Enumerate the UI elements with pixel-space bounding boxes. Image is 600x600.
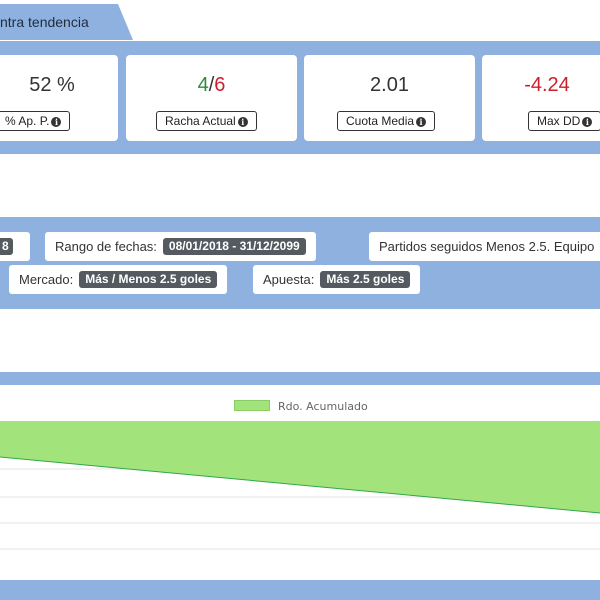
stat-badge-cuota[interactable]: Cuota Media i (337, 111, 436, 131)
filter-label-date-range: Rango de fechas: (55, 239, 157, 254)
filters-panel: 8 Rango de fechas: 08/01/2018 - 31/12/209… (0, 217, 600, 309)
tab-shape (0, 4, 133, 40)
filter-value-date-range: 08/01/2018 - 31/12/2099 (162, 238, 306, 255)
stat-card-pct-ap: 52 % % Ap. P. i (0, 55, 118, 141)
tab-title[interactable]: ntra tendencia (0, 14, 89, 30)
stat-value-cuota: 2.01 (370, 74, 409, 96)
filter-chip-date-range[interactable]: Rango de fechas: 08/01/2018 - 31/12/2099 (45, 232, 316, 261)
racha-wins: 4 (197, 74, 209, 96)
tab-strip: ntra tendencia (0, 0, 600, 41)
filter-value-apuesta: Más 2.5 goles (320, 271, 411, 288)
stat-card-maxdd: -4.24 Max DD i (482, 55, 600, 141)
stat-value-pct-ap: 52 % (29, 74, 75, 96)
filter-chip-mercado[interactable]: Mercado: Más / Menos 2.5 goles (9, 265, 228, 294)
stat-label-pct-ap: % Ap. P. (5, 114, 50, 128)
racha-total: 6 (214, 74, 226, 96)
stat-card-racha: 4/6 Racha Actual i (126, 55, 297, 141)
stat-label-cuota: Cuota Media (346, 114, 415, 128)
info-icon[interactable]: i (51, 117, 62, 127)
chart-legend[interactable]: Rdo. Acumulado (234, 400, 368, 414)
legend-swatch (234, 400, 270, 411)
stats-panel: 52 % % Ap. P. i 4/6 Racha Actual i 2.01 Cu… (0, 41, 600, 154)
filter-chip-partidos[interactable]: Partidos seguidos Menos 2.5. Equipo (369, 232, 600, 261)
stat-badge-maxdd[interactable]: Max DD i (528, 111, 600, 131)
stat-badge-pct-ap[interactable]: % Ap. P. i (0, 111, 71, 131)
filter-label-apuesta: Apuesta: (263, 272, 315, 287)
info-icon[interactable]: i (416, 117, 427, 127)
series-area-rdo-acumulado (0, 421, 600, 513)
stat-label-racha: Racha Actual (165, 114, 236, 128)
info-icon[interactable]: i (582, 117, 593, 127)
filter-value-season: 8 (0, 238, 13, 255)
stat-value-racha: 4/6 (126, 74, 297, 97)
info-icon[interactable]: i (237, 117, 248, 127)
cumulative-result-chart (0, 421, 600, 550)
filter-label-mercado: Mercado: (19, 272, 74, 287)
filter-label-partidos: Partidos seguidos Menos 2.5. Equipo (379, 239, 595, 254)
stat-badge-racha[interactable]: Racha Actual i (156, 111, 257, 131)
filter-chip-apuesta[interactable]: Apuesta: Más 2.5 goles (253, 265, 421, 294)
chart-footer-bar (0, 580, 600, 600)
filter-value-mercado: Más / Menos 2.5 goles (79, 271, 218, 288)
stat-label-maxdd: Max DD (537, 114, 581, 128)
filter-chip-season[interactable]: 8 (0, 232, 30, 261)
chart-header-bar (0, 372, 600, 385)
legend-label: Rdo. Acumulado (278, 400, 368, 413)
stat-card-cuota: 2.01 Cuota Media i (304, 55, 475, 141)
stat-value-maxdd: -4.24 (524, 74, 570, 96)
